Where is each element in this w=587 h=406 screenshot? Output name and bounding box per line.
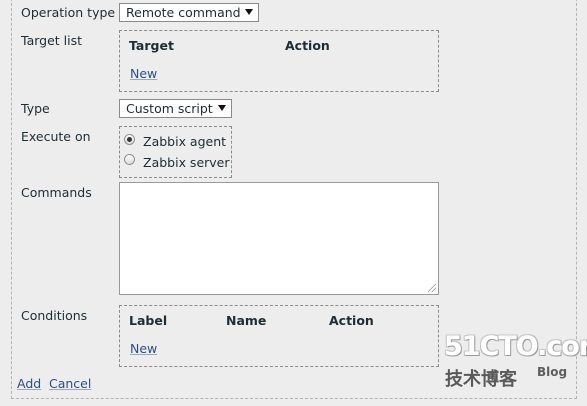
watermark-logo: 51CTO.com — [444, 331, 587, 362]
zabbix-agent-label[interactable]: Zabbix agent — [143, 134, 226, 149]
commands-textarea[interactable] — [119, 182, 439, 295]
target-list-label: Target list — [21, 33, 83, 48]
action-column-header: Action — [285, 38, 330, 53]
chevron-down-icon — [218, 105, 226, 111]
type-value: Custom script — [126, 101, 213, 116]
action-column-header: Action — [329, 313, 374, 328]
chevron-down-icon — [245, 9, 253, 15]
conditions-new-link[interactable]: New — [130, 341, 157, 356]
operation-type-label: Operation type — [21, 5, 116, 20]
target-column-header: Target — [129, 38, 174, 53]
operation-type-select[interactable]: Remote command — [119, 3, 259, 22]
watermark-blog: Blog — [537, 365, 568, 379]
execute-on-label: Execute on — [21, 129, 91, 144]
resize-grip-icon[interactable] — [428, 284, 436, 292]
cancel-link[interactable]: Cancel — [49, 376, 91, 391]
operation-type-value: Remote command — [126, 5, 241, 20]
zabbix-agent-radio[interactable] — [124, 134, 135, 145]
add-link[interactable]: Add — [17, 376, 41, 391]
commands-label: Commands — [21, 185, 92, 200]
label-column-header: Label — [129, 313, 168, 328]
watermark-subtitle: 技术博客 — [445, 369, 517, 390]
zabbix-server-label[interactable]: Zabbix server — [143, 155, 230, 170]
conditions-label: Conditions — [21, 308, 88, 323]
target-new-link[interactable]: New — [130, 66, 157, 81]
type-label: Type — [21, 101, 50, 116]
type-select[interactable]: Custom script — [119, 99, 232, 118]
zabbix-server-radio[interactable] — [124, 154, 135, 165]
name-column-header: Name — [226, 313, 267, 328]
